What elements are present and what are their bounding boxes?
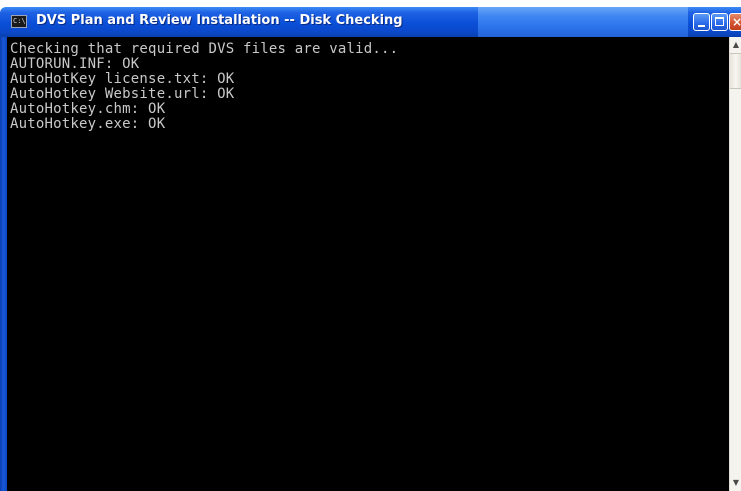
console-output[interactable]: Checking that required DVS files are val…	[7, 37, 729, 491]
scroll-up-button[interactable]: ▲	[730, 37, 741, 53]
title-bar-highlight	[478, 7, 688, 37]
console-line: AUTORUN.INF: OK	[10, 56, 140, 72]
scroll-down-button[interactable]: ▼	[730, 475, 741, 491]
console-lines: Checking that required DVS files are val…	[7, 42, 398, 132]
console-line: AutoHotkey.chm: OK	[10, 101, 166, 117]
close-icon: ×	[732, 15, 741, 29]
title-bar[interactable]: C:\ DVS Plan and Review Installation -- …	[0, 7, 741, 37]
console-line: AutoHotkey Website.url: OK	[10, 86, 235, 102]
minimize-icon	[698, 25, 705, 27]
scroll-thumb[interactable]	[730, 53, 741, 89]
close-button[interactable]: ×	[729, 13, 741, 31]
console-line: AutoHotkey.exe: OK	[10, 116, 166, 132]
console-line: AutoHotKey license.txt: OK	[10, 71, 235, 87]
cmd-icon[interactable]: C:\	[11, 15, 27, 28]
vertical-scrollbar[interactable]: ▲ ▼	[729, 37, 741, 491]
window-title: DVS Plan and Review Installation -- Disk…	[36, 13, 403, 28]
minimize-button[interactable]	[693, 13, 710, 31]
maximize-icon	[715, 17, 724, 26]
console-line: Checking that required DVS files are val…	[10, 41, 399, 57]
window-frame-left	[0, 37, 7, 491]
console-window: C:\ DVS Plan and Review Installation -- …	[0, 0, 741, 491]
maximize-button[interactable]	[711, 13, 728, 31]
